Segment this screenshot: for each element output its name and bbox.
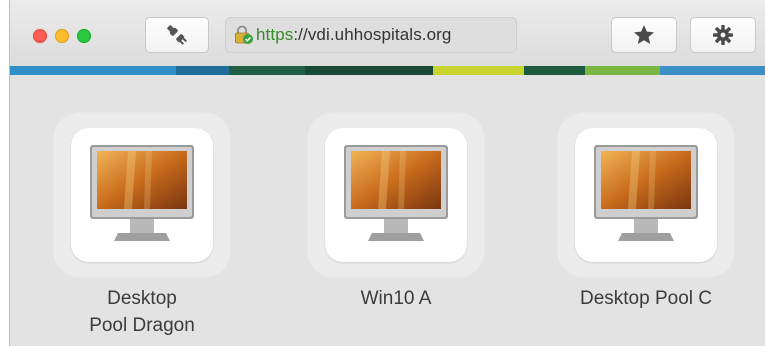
desktop-label: Desktop Pool C	[579, 288, 712, 309]
desktop-tile[interactable]	[558, 113, 734, 277]
desktop-label: Desktop Pool Dragon	[89, 288, 195, 336]
url-host: ://vdi.uhhospitals.org	[293, 25, 452, 44]
favorite-button[interactable]	[611, 17, 677, 53]
close-window-button[interactable]	[33, 29, 47, 43]
zoom-window-button[interactable]	[77, 29, 91, 43]
desktop-list: Desktop Pool Dragon Win10 A Desktop Pool…	[10, 75, 765, 346]
desktop-tile-card	[575, 128, 717, 262]
minimize-window-button[interactable]	[55, 29, 69, 43]
browser-window: https://vdi.uhhospitals.org Desktop Pool…	[9, 0, 765, 346]
url-scheme: https	[256, 25, 294, 44]
desktop-monitor-icon	[594, 145, 698, 241]
desktop-label: Win10 A	[360, 288, 432, 309]
desktop-monitor-icon	[90, 145, 194, 241]
desktop-tile-card	[71, 128, 213, 262]
desktop-tile[interactable]	[54, 113, 230, 277]
address-bar[interactable]: https://vdi.uhhospitals.org	[225, 17, 517, 53]
desktop-tile[interactable]	[308, 113, 484, 277]
lock-icon	[233, 25, 255, 45]
toolbar: https://vdi.uhhospitals.org	[10, 0, 765, 66]
desktop-monitor-icon	[344, 145, 448, 241]
star-icon	[634, 25, 654, 44]
disconnect-button[interactable]	[145, 17, 209, 53]
gear-icon	[713, 25, 733, 45]
url-text: https://vdi.uhhospitals.org	[256, 25, 451, 45]
desktop-tile-card	[325, 128, 467, 262]
settings-button[interactable]	[690, 17, 756, 53]
plug-icon	[167, 25, 187, 45]
brand-color-strip	[10, 66, 765, 75]
